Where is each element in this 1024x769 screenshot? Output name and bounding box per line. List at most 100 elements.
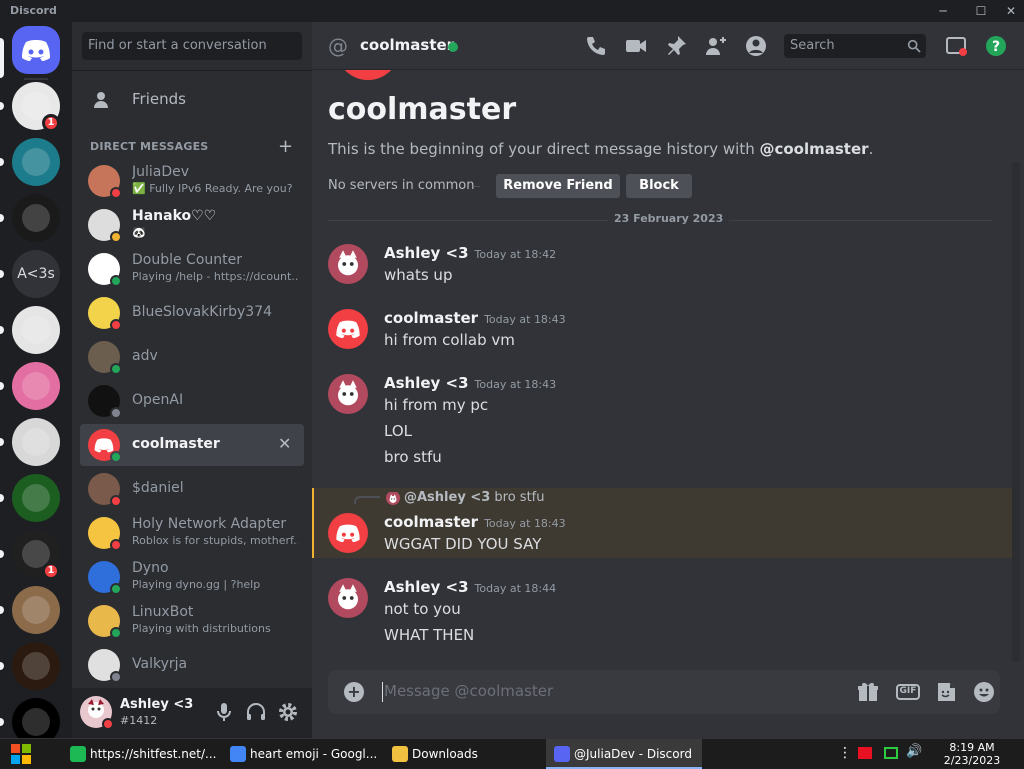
message-avatar[interactable]	[328, 513, 368, 553]
dm-item[interactable]: $daniel	[80, 468, 304, 510]
server-icon[interactable]	[12, 26, 60, 74]
intro-handle: @coolmaster	[759, 140, 869, 158]
dm-item[interactable]: LinuxBot Playing with distributions	[80, 600, 304, 642]
dm-item[interactable]: Valkyrja	[80, 644, 304, 686]
overflow-icon[interactable]: ⋮	[838, 745, 852, 761]
minimize-button[interactable]: ─	[932, 2, 954, 20]
volume-icon[interactable]: 🔊	[906, 744, 922, 759]
taskbar-item[interactable]: Downloads	[384, 739, 540, 769]
inbox-icon[interactable]	[944, 34, 968, 58]
headphones-icon[interactable]	[244, 700, 268, 724]
server-icon[interactable]: A<3s	[12, 250, 60, 298]
dm-activity: Roblox is for stupids, motherf...	[132, 534, 298, 547]
reply-avatar	[386, 491, 400, 505]
emoji-icon[interactable]	[972, 680, 996, 704]
unread-pill	[0, 270, 4, 278]
chat-search-input[interactable]: Search	[784, 34, 926, 58]
dm-name: JuliaDev	[132, 164, 190, 180]
video-call-icon[interactable]	[624, 34, 648, 58]
gift-icon[interactable]	[856, 680, 880, 704]
server-icon[interactable]	[12, 474, 60, 522]
message-composer[interactable]: + Message @coolmaster GIF	[328, 670, 1000, 714]
unread-pill	[0, 102, 4, 110]
dm-item[interactable]: Holy Network Adapter Roblox is for stupid…	[80, 512, 304, 554]
message-author[interactable]: Ashley <3	[384, 578, 469, 596]
upload-plus-icon[interactable]: +	[344, 682, 364, 702]
unread-pill	[0, 606, 4, 614]
close-window-button[interactable]: ✕	[1000, 2, 1022, 20]
windows-start-icon[interactable]	[10, 743, 32, 765]
dm-item[interactable]: JuliaDev ✅ Fully IPv6 Ready. Are you?	[80, 160, 304, 202]
help-icon[interactable]: ?	[984, 34, 1008, 58]
status-indicator	[110, 363, 122, 375]
gif-button[interactable]: GIF	[896, 684, 920, 700]
user-profile-icon[interactable]	[744, 34, 768, 58]
intro-subtitle: This is the beginning of your direct mes…	[328, 140, 873, 158]
server-icon[interactable]	[12, 586, 60, 634]
message-avatar[interactable]	[328, 578, 368, 618]
message-avatar[interactable]	[328, 244, 368, 284]
unread-pill	[0, 158, 4, 166]
server-icon[interactable]	[12, 362, 60, 410]
reply-snippet: bro stfu	[490, 490, 545, 505]
message-author[interactable]: coolmaster	[384, 513, 478, 531]
microphone-icon[interactable]	[212, 700, 236, 724]
sticker-icon[interactable]	[934, 680, 958, 704]
svg-text:?: ?	[992, 39, 1000, 55]
taskbar-item[interactable]: @JuliaDev - Discord	[546, 739, 702, 769]
dm-activity: ✅ Fully IPv6 Ready. Are you?	[132, 182, 293, 195]
app-icon	[392, 746, 408, 762]
dm-item[interactable]: Dyno Playing dyno.gg | ?help	[80, 556, 304, 598]
server-icon[interactable]	[12, 418, 60, 466]
maximize-button[interactable]: ☐	[970, 2, 992, 20]
voice-call-icon[interactable]	[584, 34, 608, 58]
message-text: whats up	[384, 266, 453, 284]
server-icon[interactable]	[12, 642, 60, 690]
unread-badge: 1	[42, 562, 60, 580]
dm-item[interactable]: OpenAI	[80, 380, 304, 422]
status-indicator	[110, 671, 122, 683]
pinned-messages-icon[interactable]	[664, 34, 688, 58]
settings-gear-icon[interactable]	[276, 700, 300, 724]
flag-icon[interactable]	[858, 747, 872, 759]
add-friend-icon[interactable]	[704, 34, 728, 58]
dm-item[interactable]: Double Counter Playing /help - https://dc…	[80, 248, 304, 290]
message-input[interactable]: Message @coolmaster	[384, 682, 553, 700]
dm-item[interactable]: BlueSlovakKirby374	[80, 292, 304, 334]
message-avatar[interactable]	[328, 374, 368, 414]
server-icon[interactable]	[12, 138, 60, 186]
block-button[interactable]: Block	[626, 174, 692, 198]
friends-nav-item[interactable]: Friends	[80, 78, 304, 120]
taskbar-item[interactable]: heart emoji - Googl...	[222, 739, 378, 769]
dm-name: Dyno	[132, 560, 169, 576]
taskbar-label: heart emoji - Googl...	[250, 747, 378, 761]
chat-title[interactable]: coolmaster	[360, 36, 454, 54]
message-text: WHAT THEN	[384, 626, 475, 644]
close-dm-icon[interactable]: ✕	[278, 434, 291, 453]
server-icon[interactable]	[12, 306, 60, 354]
message-author[interactable]: Ashley <3	[384, 374, 469, 392]
unread-pill	[0, 382, 4, 390]
message-header: Ashley <3 Today at 18:44	[384, 578, 556, 596]
clock[interactable]: 8:19 AM 2/23/2023	[940, 741, 1004, 767]
message-author[interactable]: coolmaster	[384, 309, 478, 327]
dm-search-input[interactable]: Find or start a conversation	[82, 32, 302, 60]
create-dm-button[interactable]: +	[278, 136, 293, 157]
status-indicator	[110, 319, 122, 331]
message-avatar[interactable]	[328, 309, 368, 349]
reply-preview[interactable]: @Ashley <3 bro stfu	[404, 490, 544, 505]
dm-item[interactable]: coolmaster ✕	[80, 424, 304, 466]
unread-pill	[0, 550, 4, 558]
chat-scrollbar[interactable]	[1012, 162, 1020, 662]
remove-friend-button[interactable]: Remove Friend	[496, 174, 620, 198]
title-bar: Discord ─ ☐ ✕	[0, 0, 1024, 22]
user-tag: #1412	[120, 714, 158, 727]
dm-item[interactable]: adv	[80, 336, 304, 378]
message-author[interactable]: Ashley <3	[384, 244, 469, 262]
search-icon	[907, 39, 921, 53]
taskbar-item[interactable]: https://shitfest.net/...	[62, 739, 216, 769]
dm-item[interactable]: Hanako♡♡ 🐼	[80, 204, 304, 246]
server-icon[interactable]	[12, 194, 60, 242]
dm-name: coolmaster	[132, 436, 220, 452]
network-icon[interactable]	[884, 747, 898, 759]
